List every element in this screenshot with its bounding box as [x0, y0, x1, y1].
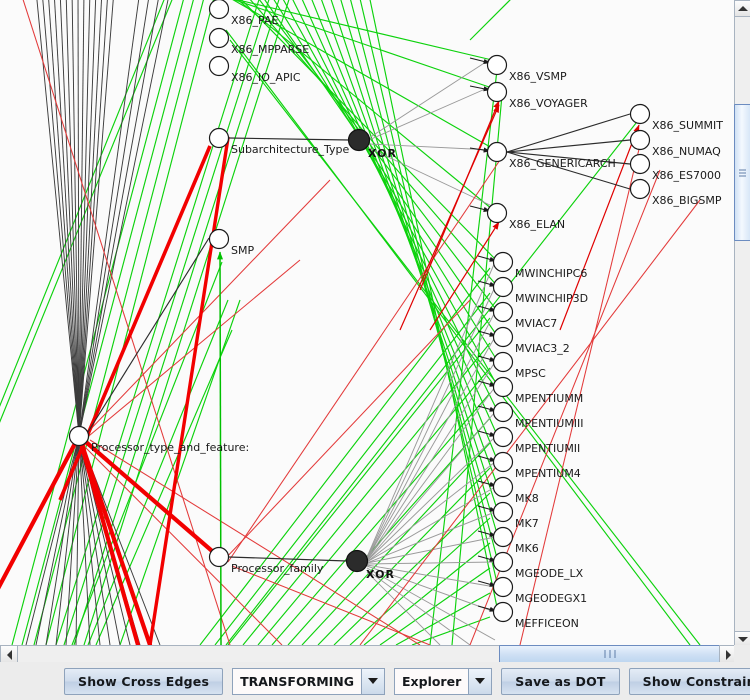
graph-node-mpentiumm[interactable]	[492, 376, 514, 398]
node-label-mk6: MK6	[515, 542, 539, 555]
node-label-mgeodegx1: MGEODEGX1	[515, 592, 588, 605]
node-label-x86_io_apic: X86_IO_APIC	[231, 71, 301, 84]
graph-node-mk7[interactable]	[492, 501, 514, 523]
graph-node-xor_bottom[interactable]	[345, 549, 369, 573]
graph-node-smp[interactable]	[208, 228, 230, 250]
graph-node-mk8[interactable]	[492, 476, 514, 498]
graph-node-mpentiumii[interactable]	[492, 426, 514, 448]
mode-combobox-value: TRANSFORMING	[232, 667, 362, 695]
mode-combobox[interactable]: TRANSFORMING	[232, 667, 386, 695]
graph-nodes[interactable]	[68, 0, 651, 623]
node-label-mefficeon: MEFFICEON	[515, 617, 579, 630]
graph-node-mwinchip3d[interactable]	[492, 276, 514, 298]
node-label-mk8: MK8	[515, 492, 539, 505]
graph-viewer-window: X86_PAE X86_MPPARSE X86_IO_APIC Subarchitec…	[0, 0, 750, 700]
graph-node-processor_family[interactable]	[208, 546, 230, 568]
graph-node-mpsc[interactable]	[492, 351, 514, 373]
show-cross-edges-button[interactable]: Show Cross Edges	[64, 667, 224, 695]
explorer-combobox[interactable]: Explorer	[394, 667, 493, 695]
mode-combobox-arrow[interactable]	[361, 667, 386, 695]
tree-edges	[87, 113, 631, 562]
node-label-processor_family: Processor_family	[231, 562, 324, 575]
graph-node-x86_genericarch[interactable]	[486, 141, 508, 163]
graph-node-x86_elan[interactable]	[486, 202, 508, 224]
graph-canvas[interactable]: X86_PAE X86_MPPARSE X86_IO_APIC Subarchitec…	[0, 0, 735, 645]
graph-svg[interactable]	[0, 0, 735, 645]
bottom-toolbar: Show Cross Edges TRANSFORMING Explorer S…	[0, 662, 750, 700]
node-label-processor_type_and_feature: Processor_type_and_feature:	[91, 441, 250, 454]
chevron-up-icon	[737, 6, 748, 11]
node-label-x86_numaq: X86_NUMAQ	[652, 145, 721, 158]
node-label-x86_bigsmp: X86_BIGSMP	[652, 194, 722, 207]
graph-node-x86_pae[interactable]	[208, 0, 230, 20]
node-label-xor_top: XOR	[368, 147, 397, 160]
graph-node-x86_bigsmp[interactable]	[629, 178, 651, 200]
vertical-scrollbar[interactable]	[734, 0, 750, 648]
graph-node-x86_vsmp[interactable]	[486, 54, 508, 76]
scrollbar-corner	[734, 645, 750, 662]
node-label-mviac7: MVIAC7	[515, 317, 558, 330]
show-constraints-button[interactable]: Show Constraints	[628, 667, 750, 695]
graph-node-x86_voyager[interactable]	[486, 81, 508, 103]
graph-node-mpentium4[interactable]	[492, 451, 514, 473]
chevron-down-icon	[475, 678, 486, 684]
graph-node-mgeode_lx[interactable]	[492, 551, 514, 573]
node-label-x86_genericarch: X86_GENERICARCH	[509, 157, 616, 170]
graph-node-subarchitecture_type[interactable]	[208, 127, 230, 149]
vertical-scrollbar-thumb[interactable]	[734, 104, 750, 241]
graph-node-x86_summit[interactable]	[629, 103, 651, 125]
scrollbar-grip-icon	[603, 650, 618, 658]
save-as-dot-button[interactable]: Save as DOT	[501, 667, 620, 695]
graph-node-mpentiumiii[interactable]	[492, 401, 514, 423]
graph-node-xor_top[interactable]	[347, 128, 371, 152]
graph-node-x86_es7000[interactable]	[629, 153, 651, 175]
node-label-mpentiumm: MPENTIUMM	[515, 392, 584, 405]
chevron-down-icon	[737, 637, 748, 642]
explorer-combobox-value: Explorer	[394, 667, 469, 695]
graph-node-mviac7[interactable]	[492, 301, 514, 323]
node-label-mpentiumii: MPENTIUMII	[515, 442, 581, 455]
node-label-mpentium4: MPENTIUM4	[515, 467, 581, 480]
xor-bottom-fan	[366, 261, 496, 645]
node-label-mpsc: MPSC	[515, 367, 546, 380]
graph-node-mviac3_2[interactable]	[492, 326, 514, 348]
node-label-mviac3_2: MVIAC3_2	[515, 342, 570, 355]
graph-node-mgeodegx1[interactable]	[492, 576, 514, 598]
graph-node-mefficeon[interactable]	[492, 601, 514, 623]
chevron-left-icon	[6, 649, 12, 660]
scrollbar-grip-icon	[739, 167, 746, 178]
node-label-x86_es7000: X86_ES7000	[652, 169, 721, 182]
graph-node-x86_io_apic[interactable]	[208, 55, 230, 77]
graph-node-x86_numaq[interactable]	[629, 129, 651, 151]
node-label-mpentiumiii: MPENTIUMIII	[515, 417, 584, 430]
node-label-x86_elan: X86_ELAN	[509, 218, 566, 231]
explorer-combobox-arrow[interactable]	[468, 667, 493, 695]
node-label-x86_vsmp: X86_VSMP	[509, 70, 567, 83]
node-label-x86_mpparse: X86_MPPARSE	[231, 43, 310, 56]
node-label-subarchitecture_type: Subarchitecture_Type	[231, 143, 350, 156]
node-label-mgeode_lx: MGEODE_LX	[515, 567, 584, 580]
scroll-up-button[interactable]	[734, 0, 750, 17]
node-label-smp: SMP	[231, 244, 255, 257]
graph-node-mk6[interactable]	[492, 526, 514, 548]
cross-edges-green	[0, 0, 701, 645]
graph-node-mwinchipc6[interactable]	[492, 251, 514, 273]
chevron-down-icon	[368, 678, 379, 684]
node-label-xor_bottom: XOR	[366, 568, 395, 581]
node-label-x86_pae: X86_PAE	[231, 14, 279, 27]
graph-node-processor_type_and_feature[interactable]	[68, 425, 90, 447]
node-label-x86_summit: X86_SUMMIT	[652, 119, 724, 132]
chevron-right-icon	[725, 649, 731, 660]
graph-node-x86_mpparse[interactable]	[208, 27, 230, 49]
node-label-x86_voyager: X86_VOYAGER	[509, 97, 588, 110]
node-label-mk7: MK7	[515, 517, 539, 530]
node-label-mwinchip3d: MWINCHIP3D	[515, 292, 589, 305]
node-label-mwinchipc6: MWINCHIPC6	[515, 267, 588, 280]
